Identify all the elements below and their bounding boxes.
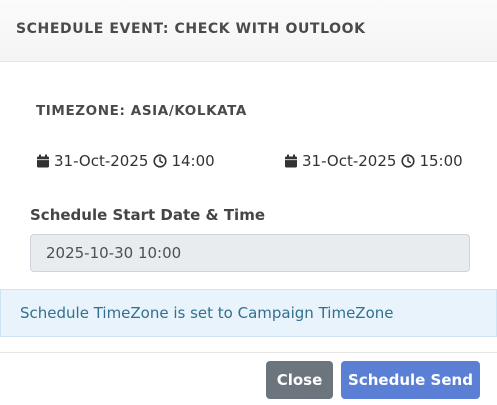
info-message: Schedule TimeZone is set to Campaign Tim… (20, 304, 394, 322)
close-button[interactable]: Close (266, 361, 333, 399)
clock-icon (153, 154, 168, 168)
timezone-info-alert: Schedule TimeZone is set to Campaign Tim… (0, 289, 497, 337)
schedule-event-modal: SCHEDULE EVENT: CHECK WITH OUTLOOK TIMEZ… (0, 0, 497, 405)
calendar-icon (36, 154, 50, 168)
event-start-datetime: 31-Oct-2025 14:00 (36, 151, 215, 171)
schedule-start-label: Schedule Start Date & Time (30, 206, 266, 224)
modal-header: SCHEDULE EVENT: CHECK WITH OUTLOOK (0, 0, 497, 62)
calendar-icon (284, 154, 298, 168)
clock-icon (401, 154, 416, 168)
event-end-datetime: 31-Oct-2025 15:00 (284, 151, 463, 171)
timezone-label: TIMEZONE: ASIA/KOLKATA (36, 103, 247, 119)
footer-divider (0, 352, 497, 353)
start-time: 14:00 (171, 152, 215, 170)
modal-title: SCHEDULE EVENT: CHECK WITH OUTLOOK (16, 21, 366, 37)
end-time: 15:00 (419, 152, 463, 170)
schedule-send-button[interactable]: Schedule Send (341, 361, 480, 399)
end-date: 31-Oct-2025 (302, 152, 397, 170)
start-date: 31-Oct-2025 (54, 152, 149, 170)
schedule-start-input[interactable] (30, 234, 470, 272)
